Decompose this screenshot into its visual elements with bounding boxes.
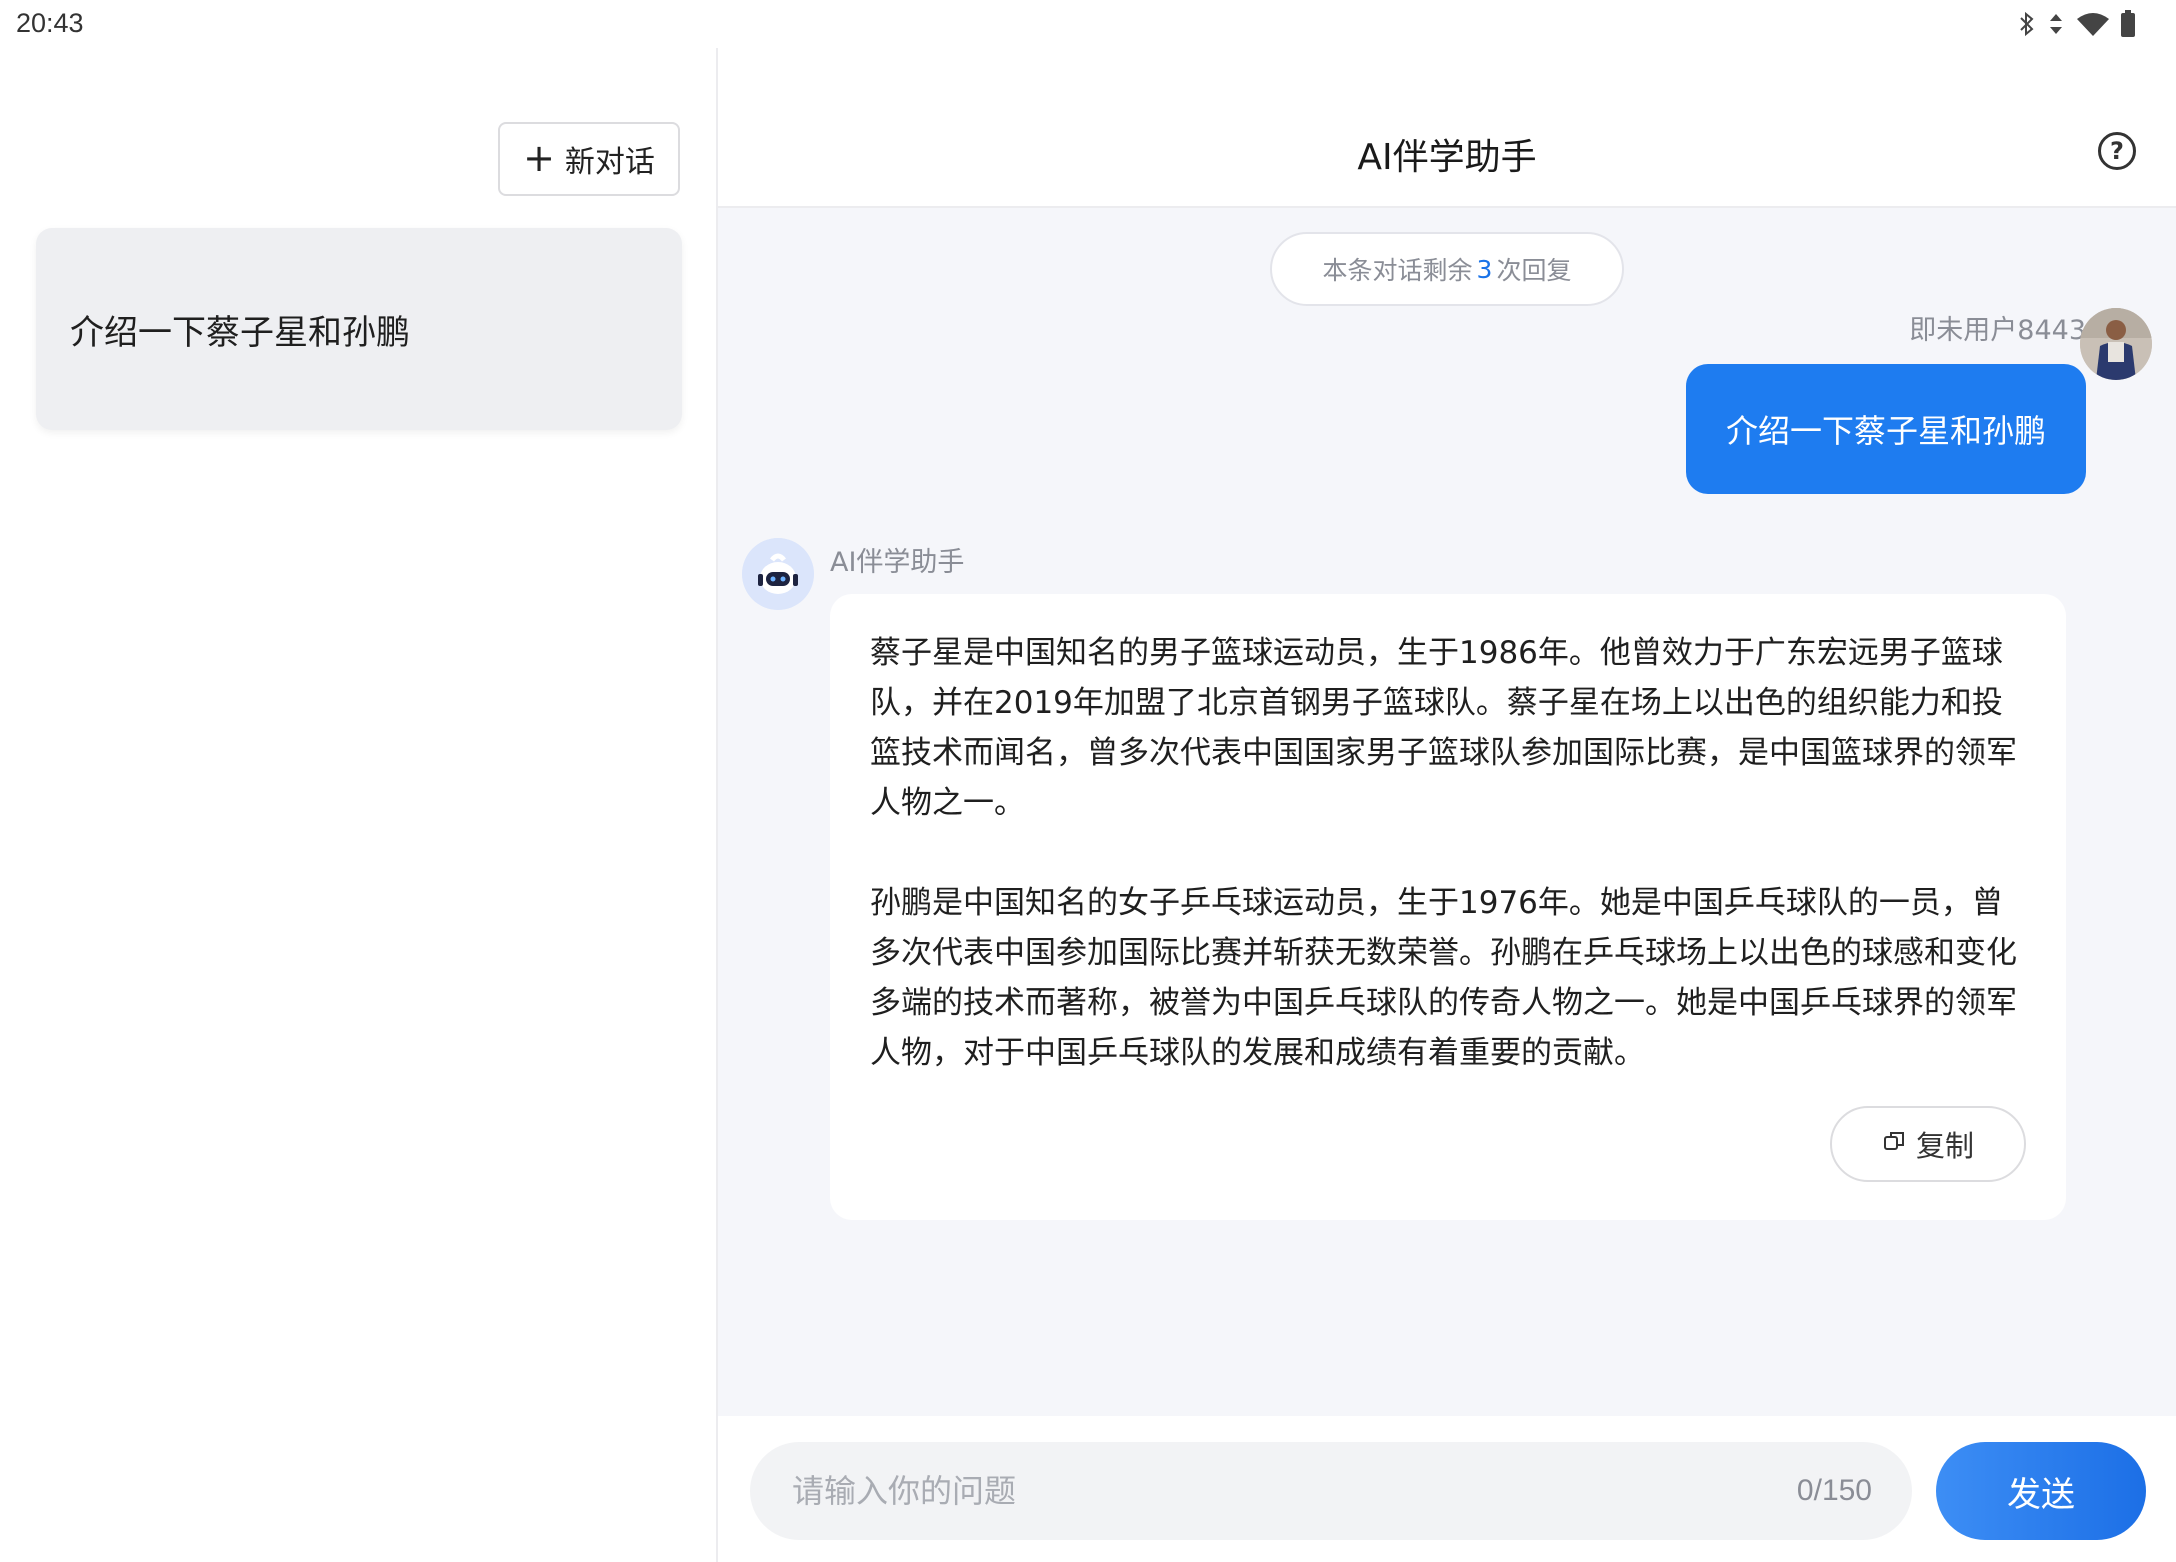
copy-icon (1882, 1127, 1908, 1161)
copy-label: 复制 (1915, 1129, 1974, 1163)
new-chat-button[interactable]: + 新对话 (498, 122, 680, 196)
send-button[interactable]: 发送 (1936, 1442, 2146, 1540)
input-bar: 0/150 发送 (718, 1416, 2176, 1562)
status-time: 20:43 (16, 8, 84, 38)
remaining-prefix: 本条对话剩余 (1322, 256, 1473, 285)
send-label: 发送 (2007, 1474, 2075, 1515)
bot-avatar (742, 538, 814, 610)
history-item[interactable]: 介绍一下蔡子星和孙鹏 (36, 228, 682, 430)
chat-panel: AI伴学助手 ? 本条对话剩余 3 次回复 即未用户8443 介绍一下蔡子星和孙鹏 (718, 48, 2176, 1562)
wifi-icon (2076, 11, 2110, 37)
sidebar: + 新对话 介绍一下蔡子星和孙鹏 (0, 48, 718, 1562)
bot-name: AI伴学助手 (830, 547, 965, 578)
signal-icon (2046, 12, 2066, 36)
user-message-text: 介绍一下蔡子星和孙鹏 (1725, 412, 2046, 450)
bot-message-paragraph: 孙鹏是中国知名的女子乒乓球运动员，生于1976年。她是中国乒乓球队的一员，曾多次… (870, 885, 2017, 1071)
plus-icon: + (523, 136, 555, 180)
new-chat-label: 新对话 (564, 145, 655, 180)
question-input-container: 0/150 (750, 1442, 1912, 1540)
history-item-title: 介绍一下蔡子星和孙鹏 (70, 312, 410, 353)
user-message-bubble: 介绍一下蔡子星和孙鹏 (1685, 364, 2086, 494)
status-bar: 20:43 (0, 0, 2176, 48)
char-count: 0/150 (1796, 1474, 1872, 1507)
app-root: 20:43 + 新对话 介绍一下蔡子星和孙鹏 AI伴学助手 ? 本条对话剩余 3… (0, 0, 2176, 1562)
remaining-suffix: 次回复 (1496, 256, 1572, 285)
help-icon[interactable]: ? (2098, 132, 2136, 170)
bluetooth-icon (2018, 11, 2036, 37)
question-input[interactable] (790, 1471, 1797, 1511)
copy-button[interactable]: 复制 (1830, 1106, 2026, 1182)
page-title: AI伴学助手 (1357, 137, 1537, 178)
remaining-count: 3 (1476, 254, 1493, 284)
status-icons (2018, 10, 2136, 38)
chat-header: AI伴学助手 ? (718, 48, 2176, 208)
battery-icon (2120, 10, 2136, 38)
bot-message-paragraph: 蔡子星是中国知名的男子篮球运动员，生于1986年。他曾效力于广东宏远男子篮球队，… (870, 635, 2017, 821)
user-avatar (2080, 308, 2152, 380)
user-name: 即未用户8443 (1909, 315, 2086, 346)
remaining-replies-badge: 本条对话剩余 3 次回复 (1270, 232, 1624, 306)
bot-message-bubble: 蔡子星是中国知名的男子篮球运动员，生于1986年。他曾效力于广东宏远男子篮球队，… (830, 594, 2066, 1220)
